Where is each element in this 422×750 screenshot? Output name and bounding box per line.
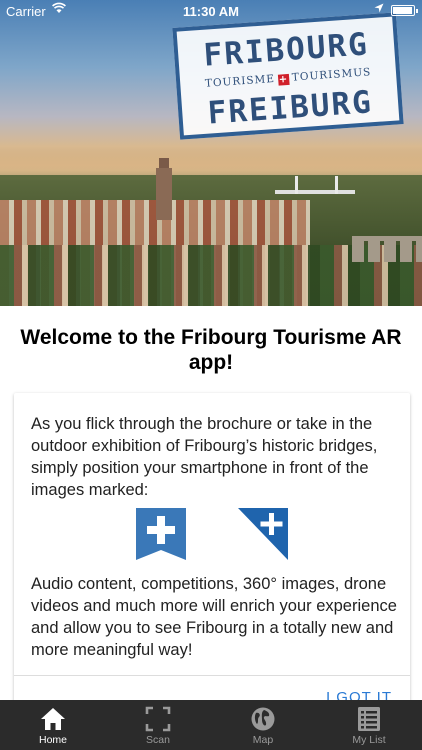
fribourg-logo: FRIBOURG TOURISME + TOURISMUS FREIBURG <box>172 12 404 140</box>
location-arrow-icon <box>374 3 384 16</box>
tab-home[interactable]: Home <box>0 700 106 750</box>
card-outro-text: Audio content, competitions, 360° images… <box>31 575 397 659</box>
tab-bar: Home Scan Map My List <box>0 700 422 750</box>
tab-scan-label: Scan <box>146 734 170 746</box>
globe-icon <box>251 707 275 731</box>
intro-card: As you flick through the brochure or tak… <box>14 393 410 703</box>
logo-tourisme-text: TOURISME <box>204 72 276 90</box>
logo-tourismus-text: TOURISMUS <box>291 66 372 84</box>
marker-examples <box>14 508 410 564</box>
welcome-title: Welcome to the Fribourg Tourisme AR app! <box>20 326 402 374</box>
hero-bridge <box>275 176 355 194</box>
bookmark-plus-marker-icon <box>136 508 186 560</box>
status-time: 11:30 AM <box>183 4 239 19</box>
hero-viaduct <box>352 236 422 262</box>
status-bar: Carrier 11:30 AM <box>0 0 422 22</box>
swiss-cross-icon: + <box>277 73 290 86</box>
corner-plus-marker-icon <box>238 508 288 560</box>
home-icon <box>41 708 65 730</box>
tab-scan[interactable]: Scan <box>105 700 211 750</box>
list-icon <box>358 707 380 731</box>
tab-home-label: Home <box>38 734 67 746</box>
card-intro-text: As you flick through the brochure or tak… <box>31 415 378 499</box>
hero-cathedral-tower <box>156 158 172 220</box>
battery-icon <box>391 5 418 16</box>
tab-map[interactable]: Map <box>210 700 316 750</box>
hero-image: FRIBOURG TOURISME + TOURISMUS FREIBURG <box>0 0 422 306</box>
tab-map-label: Map <box>252 734 274 746</box>
scan-icon <box>145 706 171 732</box>
tab-my-list[interactable]: My List <box>316 700 422 750</box>
card-divider <box>14 675 410 676</box>
tab-my-list-label: My List <box>352 734 386 746</box>
